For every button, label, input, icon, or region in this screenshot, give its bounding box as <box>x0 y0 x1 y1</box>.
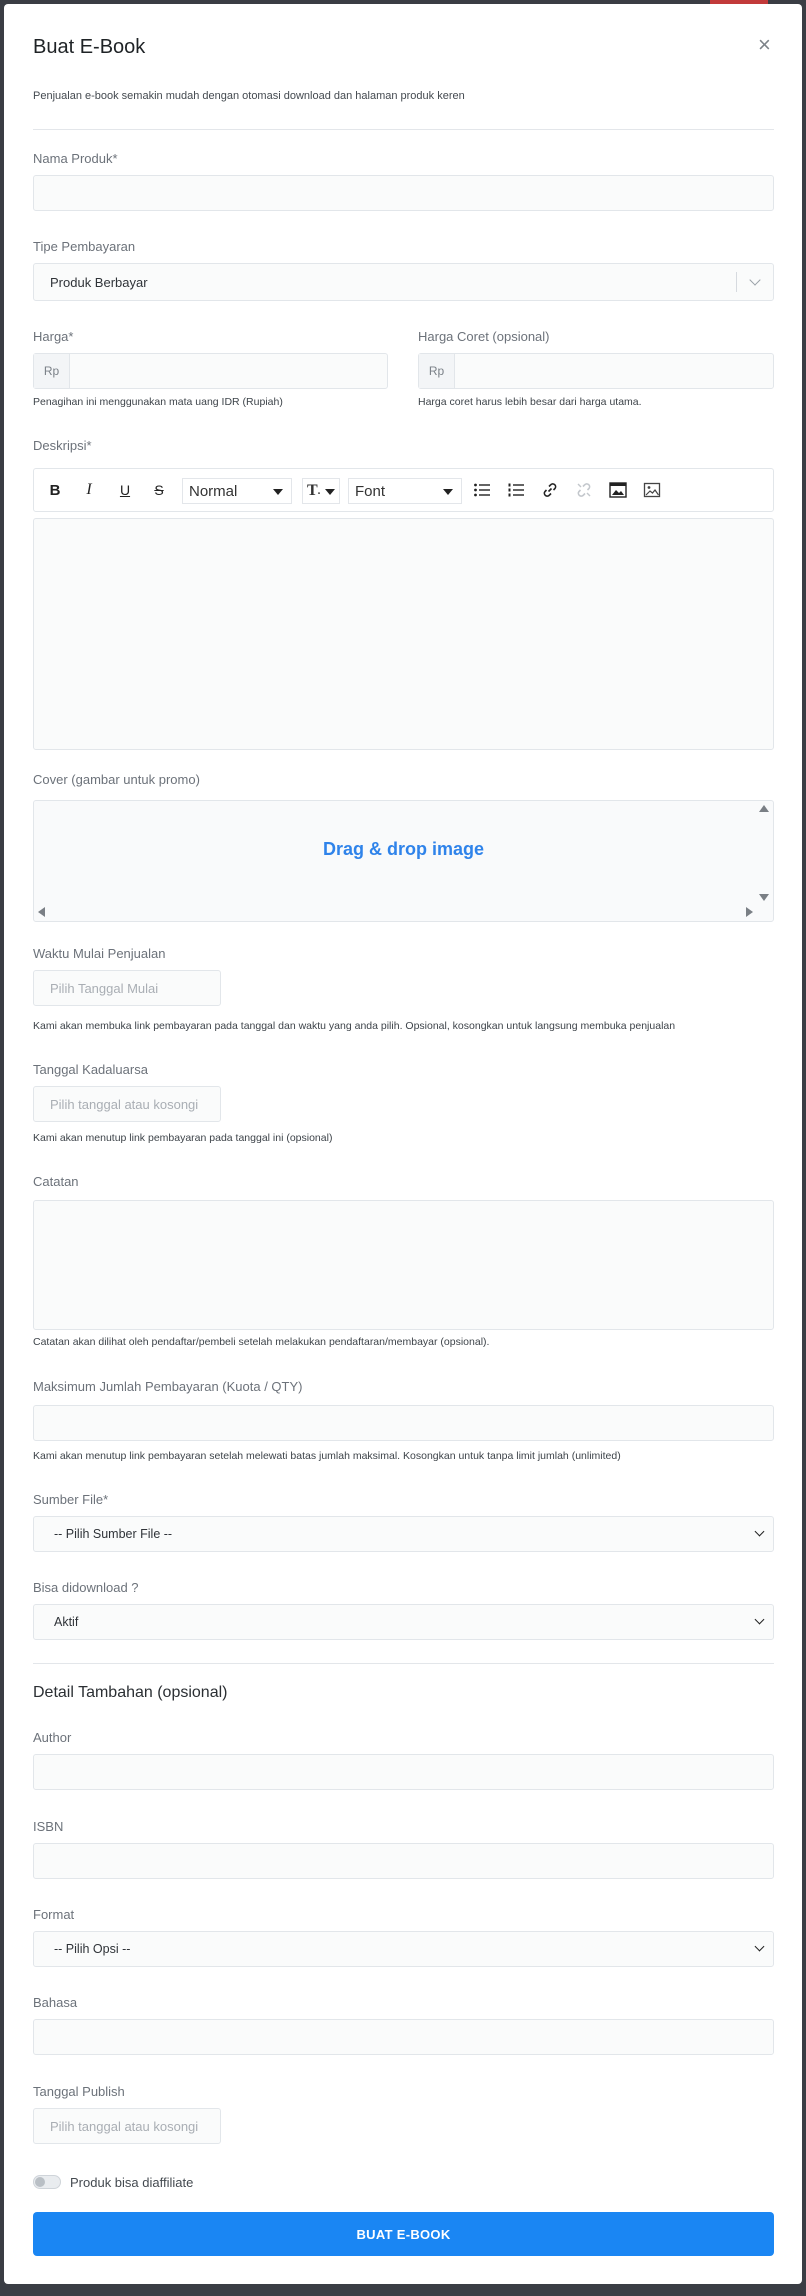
image-icon[interactable] <box>640 479 664 501</box>
format-value: -- Pilih Opsi -- <box>54 1942 131 1956</box>
heading-dropdown[interactable]: Normal <box>182 478 292 504</box>
caret-down-icon <box>273 489 283 495</box>
close-icon[interactable]: × <box>758 34 771 56</box>
waktu-mulai-input[interactable]: Pilih Tanggal Mulai <box>33 970 221 1006</box>
kuota-input[interactable] <box>33 1405 774 1441</box>
caret-down-icon <box>443 489 453 495</box>
harga-hint: Penagihan ini menggunakan mata uang IDR … <box>33 396 283 408</box>
chevron-down-icon <box>754 1941 765 1952</box>
isbn-input[interactable] <box>33 1843 774 1879</box>
toggle-knob <box>35 2177 45 2187</box>
affiliate-toggle[interactable] <box>33 2175 61 2189</box>
text-size-icon[interactable]: T. <box>302 478 340 504</box>
kuota-hint: Kami akan menutup link pembayaran setela… <box>33 1450 621 1462</box>
deskripsi-label: Deskripsi* <box>33 438 92 453</box>
sumber-file-label: Sumber File* <box>33 1492 109 1507</box>
harga-coret-currency-prefix: Rp <box>419 354 455 388</box>
unlink-icon[interactable] <box>572 479 596 501</box>
nama-produk-input[interactable] <box>33 175 774 211</box>
catatan-hint: Catatan akan dilihat oleh pendaftar/pemb… <box>33 1336 490 1348</box>
author-input[interactable] <box>33 1754 774 1790</box>
sumber-file-value: -- Pilih Sumber File -- <box>54 1527 173 1541</box>
modal-title: Buat E-Book <box>33 36 146 58</box>
scroll-down-icon[interactable] <box>759 894 769 901</box>
underline-icon[interactable]: U <box>114 479 136 501</box>
modal-subtitle: Penjualan e-book semakin mudah dengan ot… <box>33 90 465 102</box>
author-label: Author <box>33 1730 72 1745</box>
strikethrough-icon[interactable]: S <box>148 479 170 501</box>
catatan-label: Catatan <box>33 1174 79 1189</box>
harga-input[interactable]: Rp <box>33 353 388 389</box>
scroll-left-icon[interactable] <box>38 907 45 917</box>
tanggal-kadaluarsa-label: Tanggal Kadaluarsa <box>33 1062 148 1077</box>
chevron-down-icon <box>754 1526 765 1537</box>
tanggal-publish-label: Tanggal Publish <box>33 2084 125 2099</box>
deskripsi-editor[interactable] <box>33 518 774 750</box>
format-select[interactable]: -- Pilih Opsi -- <box>33 1931 774 1967</box>
tipe-pembayaran-value: Produk Berbayar <box>50 275 148 290</box>
bisa-didownload-label: Bisa didownload ? <box>33 1580 139 1595</box>
create-ebook-modal: Buat E-Book × Penjualan e-book semakin m… <box>4 4 802 2284</box>
harga-coret-label: Harga Coret (opsional) <box>418 329 550 344</box>
rich-text-toolbar: B I U S Normal T. Font <box>33 468 774 512</box>
submit-button[interactable]: BUAT E-BOOK <box>33 2212 774 2256</box>
tipe-pembayaran-select[interactable]: Produk Berbayar <box>33 263 774 301</box>
tanggal-kadaluarsa-hint: Kami akan menutup link pembayaran pada t… <box>33 1132 333 1144</box>
sumber-file-select[interactable]: -- Pilih Sumber File -- <box>33 1516 774 1552</box>
harga-label: Harga* <box>33 329 74 344</box>
scroll-right-icon[interactable] <box>746 907 753 917</box>
catatan-textarea[interactable] <box>33 1200 774 1330</box>
italic-icon[interactable]: I <box>78 479 100 501</box>
harga-coret-hint: Harga coret harus lebih besar dari harga… <box>418 396 642 408</box>
format-label: Format <box>33 1907 75 1922</box>
select-divider <box>736 272 737 292</box>
header-divider <box>33 129 774 130</box>
tanggal-publish-input[interactable]: Pilih tanggal atau kosongi <box>33 2108 221 2144</box>
tipe-pembayaran-label: Tipe Pembayaran <box>33 239 136 254</box>
scroll-up-icon[interactable] <box>759 805 769 812</box>
bahasa-input[interactable] <box>33 2019 774 2055</box>
link-icon[interactable] <box>538 479 562 501</box>
bulleted-list-icon[interactable] <box>470 479 494 501</box>
cover-label: Cover (gambar untuk promo) <box>33 772 200 787</box>
nama-produk-label: Nama Produk* <box>33 151 118 166</box>
kuota-label: Maksimum Jumlah Pembayaran (Kuota / QTY) <box>33 1379 303 1394</box>
picture-icon[interactable] <box>606 479 630 501</box>
font-dropdown-value: Font <box>355 482 386 500</box>
dropzone-text: Drag & drop image <box>322 839 485 859</box>
font-dropdown[interactable]: Font <box>348 478 462 504</box>
caret-down-icon <box>325 489 335 495</box>
chevron-down-icon <box>749 274 761 286</box>
waktu-mulai-hint: Kami akan membuka link pembayaran pada t… <box>33 1020 676 1032</box>
bold-icon[interactable]: B <box>44 479 66 501</box>
heading-dropdown-value: Normal <box>189 482 238 500</box>
waktu-mulai-label: Waktu Mulai Penjualan <box>33 946 166 961</box>
bahasa-label: Bahasa <box>33 1995 78 2010</box>
section-divider <box>33 1663 774 1664</box>
bisa-didownload-select[interactable]: Aktif <box>33 1604 774 1640</box>
bisa-didownload-value: Aktif <box>54 1615 79 1629</box>
isbn-label: ISBN <box>33 1819 64 1834</box>
affiliate-label: Produk bisa diaffiliate <box>70 2175 194 2190</box>
detail-tambahan-heading: Detail Tambahan (opsional) <box>33 1684 228 1701</box>
harga-coret-input[interactable]: Rp <box>418 353 774 389</box>
harga-currency-prefix: Rp <box>34 354 70 388</box>
tanggal-kadaluarsa-input[interactable]: Pilih tanggal atau kosongi <box>33 1086 221 1122</box>
chevron-down-icon <box>754 1614 765 1625</box>
cover-dropzone[interactable]: Drag & drop image <box>33 800 774 922</box>
numbered-list-icon[interactable] <box>504 479 528 501</box>
